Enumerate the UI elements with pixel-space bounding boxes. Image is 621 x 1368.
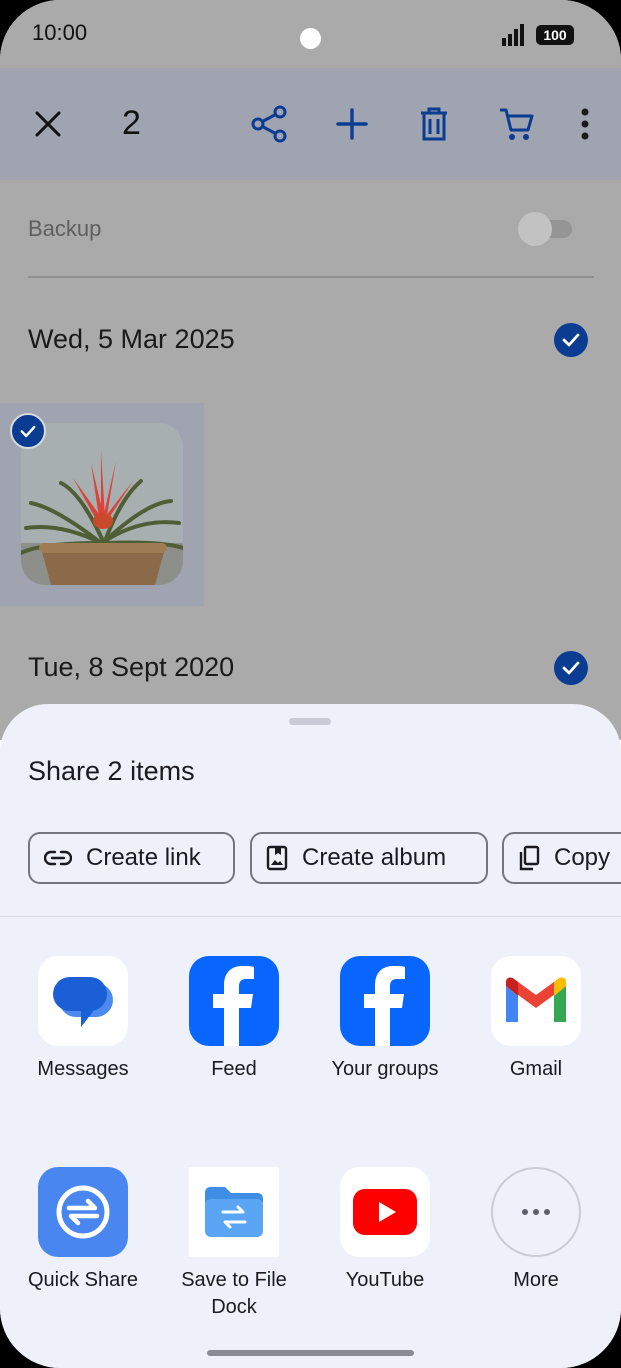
more-horiz-icon [491,1167,581,1257]
youtube-icon [340,1167,430,1257]
select-all-check-icon[interactable] [554,323,588,357]
backup-label: Backup [28,216,102,241]
share-target-messages[interactable]: Messages [8,956,158,1083]
photo-thumbnail[interactable] [21,423,183,585]
date-header: Tue, 8 Sept 2020 [28,652,235,682]
date-header: Wed, 5 Mar 2025 [28,324,235,354]
divider [28,276,594,278]
bromeliad-plant-image [21,423,183,585]
share-target-label: More [513,1269,559,1291]
battery-icon: 100 [536,25,574,45]
selection-toolbar [0,68,621,180]
facebook-icon [189,956,279,1046]
status-bar: 10:00 100 [0,0,621,68]
share-target-gmail[interactable]: Gmail [461,956,611,1083]
chip-label: Create album [302,844,447,871]
signal-icon [502,24,524,46]
share-target-quick-share[interactable]: Quick Share [8,1167,158,1294]
delete-icon[interactable] [412,102,456,146]
share-icon[interactable] [247,102,291,146]
backup-toggle[interactable] [518,212,574,246]
cart-icon[interactable] [494,102,538,146]
chip-label: Copy [554,844,611,871]
file-dock-icon [189,1167,279,1257]
selection-count: 2 [122,104,141,142]
select-all-check-icon[interactable] [554,651,588,685]
link-icon [44,850,72,866]
messages-icon [38,956,128,1046]
copy-chip[interactable]: Copy [502,832,621,884]
quick-share-icon [38,1167,128,1257]
drag-handle[interactable] [289,718,331,725]
share-target-label: Save to File Dock [181,1269,287,1318]
share-target-label: Your groups [331,1058,439,1080]
gesture-nav-bar[interactable] [207,1350,414,1356]
create-link-chip[interactable]: Create link [28,832,235,884]
share-sheet-title: Share 2 items [28,756,195,786]
chip-label: Create link [86,844,201,871]
divider [0,916,621,917]
front-camera [300,28,321,49]
share-target-label: Quick Share [27,1269,139,1291]
gmail-icon [491,956,581,1046]
add-icon[interactable] [330,102,374,146]
share-target-your-groups[interactable]: Your groups [310,956,460,1083]
copy-icon [519,845,540,871]
status-time: 10:00 [32,20,88,45]
share-target-feed[interactable]: Feed [159,956,309,1083]
share-target-file-dock[interactable]: Save to File Dock [159,1167,309,1321]
share-sheet: Share 2 items Create link Create album C… [0,704,621,1368]
share-target-youtube[interactable]: YouTube [310,1167,460,1294]
share-target-label: Gmail [509,1058,563,1080]
share-target-label: Messages [37,1058,129,1080]
share-target-label: YouTube [345,1269,425,1291]
facebook-icon [340,956,430,1046]
share-target-label: Feed [211,1058,257,1080]
photo-selected-check-icon[interactable] [10,413,46,449]
share-target-more[interactable]: More [461,1167,611,1294]
more-vert-icon[interactable] [563,102,607,146]
album-icon [266,845,288,871]
close-icon[interactable] [26,102,70,146]
create-album-chip[interactable]: Create album [250,832,488,884]
phone-screen: 10:00 100 2 Backup Wed, 5 Mar 2025 Tue, … [0,0,621,1368]
